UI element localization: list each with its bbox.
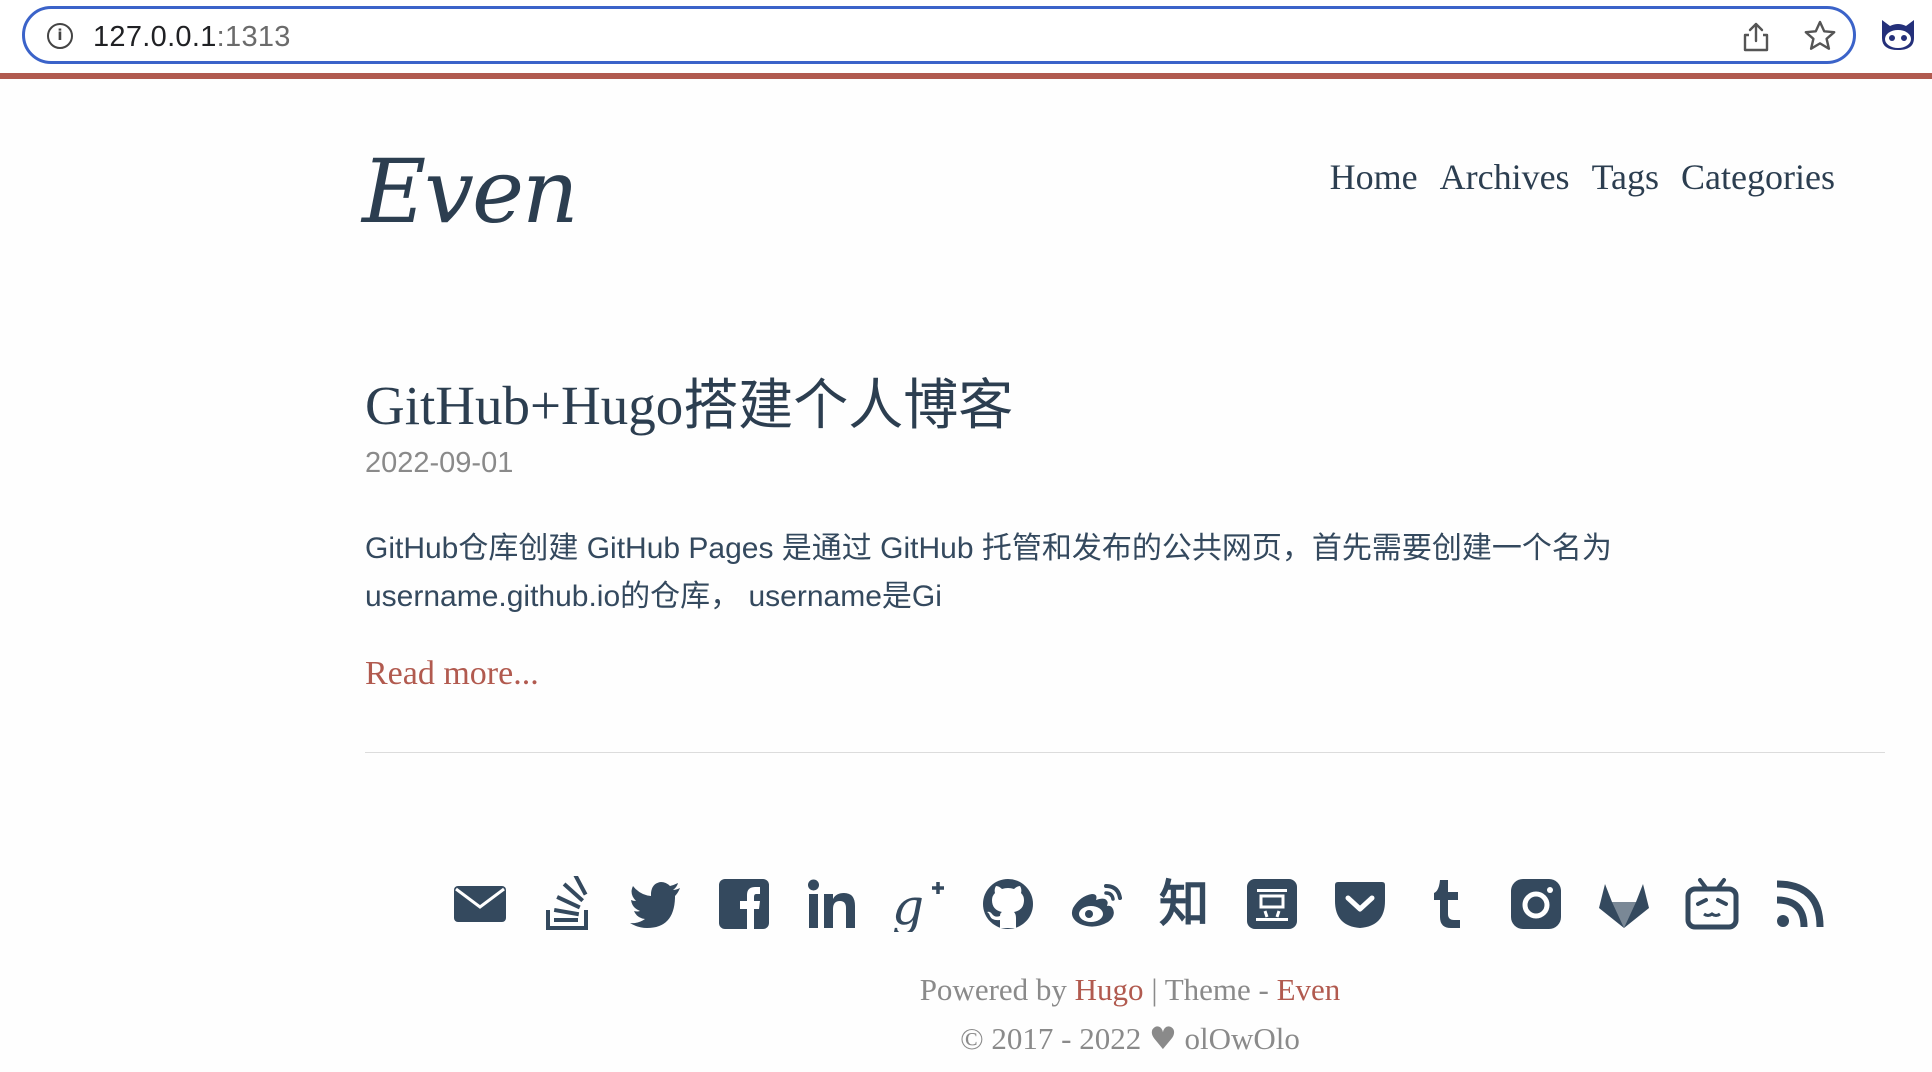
nav-home[interactable]: Home bbox=[1330, 156, 1418, 198]
nav-categories[interactable]: Categories bbox=[1681, 156, 1835, 198]
douban-icon[interactable] bbox=[1244, 876, 1300, 932]
browser-toolbar: i 127.0.0.1:1313 bbox=[0, 0, 1932, 74]
google-plus-icon[interactable]: g bbox=[892, 876, 948, 932]
svg-text:g: g bbox=[892, 878, 924, 932]
tumblr-icon[interactable] bbox=[1420, 876, 1476, 932]
url-port: :1313 bbox=[216, 21, 291, 53]
extension-icon[interactable] bbox=[1878, 16, 1918, 52]
rss-icon[interactable] bbox=[1772, 876, 1828, 932]
url-host: 127.0.0.1 bbox=[93, 21, 217, 53]
site-logo[interactable]: Even bbox=[362, 140, 579, 243]
bilibili-icon[interactable] bbox=[1684, 876, 1740, 932]
social-links: g 知 bbox=[452, 876, 1828, 932]
powered-by-line: Powered by Hugo | Theme - Even bbox=[0, 972, 1932, 1008]
address-bar[interactable]: i 127.0.0.1:1313 bbox=[22, 6, 1856, 64]
powered-prefix: Powered by bbox=[919, 972, 1067, 1007]
twitter-icon[interactable] bbox=[628, 876, 684, 932]
copyright-years: © 2017 - 2022 bbox=[960, 1021, 1142, 1056]
post-divider bbox=[365, 752, 1885, 753]
theme-separator: | Theme - bbox=[1151, 972, 1269, 1007]
nav-archives[interactable]: Archives bbox=[1440, 156, 1570, 198]
pocket-icon[interactable] bbox=[1332, 876, 1388, 932]
heart-icon: ♥ bbox=[1148, 1021, 1177, 1057]
nav-tags[interactable]: Tags bbox=[1592, 156, 1659, 198]
zhihu-icon[interactable]: 知 bbox=[1156, 876, 1212, 932]
site-info-icon[interactable]: i bbox=[47, 23, 73, 49]
email-icon[interactable] bbox=[452, 876, 508, 932]
facebook-icon[interactable] bbox=[716, 876, 772, 932]
share-icon[interactable] bbox=[1741, 21, 1771, 53]
even-theme-link[interactable]: Even bbox=[1277, 972, 1341, 1007]
main-nav: Home Archives Tags Categories bbox=[1330, 156, 1835, 198]
copyright-line: © 2017 - 2022 ♥ olOwOlo bbox=[0, 1021, 1932, 1057]
gitlab-icon[interactable] bbox=[1596, 876, 1652, 932]
weibo-icon[interactable] bbox=[1068, 876, 1124, 932]
post-summary: GitHub仓库创建 GitHub Pages 是通过 GitHub 托管和发布… bbox=[365, 532, 1612, 613]
author-name: olOwOlo bbox=[1184, 1021, 1300, 1056]
instagram-icon[interactable] bbox=[1508, 876, 1564, 932]
linkedin-icon[interactable] bbox=[804, 876, 860, 932]
stack-overflow-icon[interactable] bbox=[540, 876, 596, 932]
read-more-link[interactable]: Read more... bbox=[365, 655, 539, 693]
zhihu-glyph: 知 bbox=[1159, 875, 1209, 933]
url-text[interactable]: 127.0.0.1:1313 bbox=[93, 21, 291, 54]
post-date: 2022-09-01 bbox=[365, 447, 514, 479]
bookmark-star-icon[interactable] bbox=[1803, 19, 1837, 53]
hugo-link[interactable]: Hugo bbox=[1075, 972, 1144, 1007]
github-icon[interactable] bbox=[980, 876, 1036, 932]
post-title[interactable]: GitHub+Hugo搭建个人博客 bbox=[365, 360, 1013, 440]
